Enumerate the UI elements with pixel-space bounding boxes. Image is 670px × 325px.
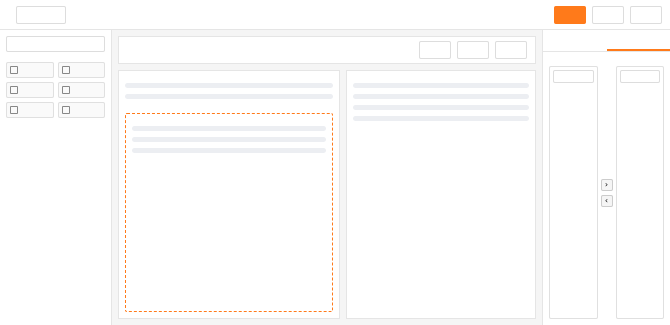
placeholder-line (125, 94, 333, 99)
detail-tab[interactable] (125, 105, 131, 107)
move-left-icon[interactable]: ‹ (600, 194, 613, 207)
settings-panel: › ‹ (542, 30, 670, 325)
settings-tabs (543, 30, 670, 52)
available-field-search[interactable] (553, 70, 594, 83)
palette-item[interactable] (57, 102, 105, 118)
app-root: › ‹ (0, 0, 670, 325)
field-transfer: › ‹ (549, 66, 664, 319)
placeholder-line (132, 126, 326, 131)
detail-tab[interactable] (134, 105, 140, 107)
transfer-arrows: › ‹ (600, 66, 613, 319)
top-action-1[interactable] (554, 5, 586, 24)
settings-tab[interactable] (606, 30, 670, 51)
palette-item[interactable] (6, 102, 54, 118)
component-icon (10, 66, 18, 74)
settings-tab[interactable] (543, 30, 607, 51)
detail-tab-row (125, 105, 333, 107)
move-right-icon[interactable]: › (600, 178, 613, 191)
drop-zone[interactable] (125, 113, 333, 312)
placeholder-line (353, 116, 529, 121)
component-icon (61, 66, 70, 74)
component-icon (10, 106, 18, 114)
canvas-right-column[interactable] (346, 70, 536, 319)
top-actions (554, 5, 662, 24)
palette-search-input[interactable] (6, 36, 105, 52)
component-icon (61, 106, 70, 114)
detail-tab[interactable] (152, 105, 158, 107)
canvas-columns (118, 70, 536, 319)
device-select[interactable] (16, 5, 66, 24)
placeholder-line (353, 83, 529, 88)
detail-tab[interactable] (143, 105, 149, 107)
top-action-3[interactable] (630, 5, 662, 24)
placeholder-line (132, 148, 326, 153)
palette-item[interactable] (57, 82, 105, 98)
shown-field-list (615, 66, 664, 319)
record-header-action-3[interactable] (495, 41, 527, 59)
component-palette (0, 30, 112, 325)
palette-item[interactable] (57, 62, 105, 78)
component-icon (10, 86, 18, 94)
top-bar (0, 0, 670, 30)
palette-item[interactable] (6, 82, 54, 98)
record-header-action-2[interactable] (457, 41, 489, 59)
editor-body: › ‹ (0, 30, 670, 325)
settings-body: › ‹ (543, 52, 670, 325)
record-header[interactable] (118, 36, 536, 64)
placeholder-line (353, 94, 529, 99)
top-action-2[interactable] (592, 5, 624, 24)
canvas-left-column[interactable] (118, 70, 340, 319)
shown-field-search[interactable] (619, 70, 660, 83)
layout-canvas (112, 30, 542, 325)
component-icon (61, 86, 70, 94)
placeholder-line (125, 83, 333, 88)
palette-item[interactable] (6, 62, 54, 78)
palette-grid (6, 62, 105, 118)
placeholder-line (132, 137, 326, 142)
record-header-action-1[interactable] (419, 41, 451, 59)
available-field-list (549, 66, 598, 319)
placeholder-line (353, 105, 529, 110)
